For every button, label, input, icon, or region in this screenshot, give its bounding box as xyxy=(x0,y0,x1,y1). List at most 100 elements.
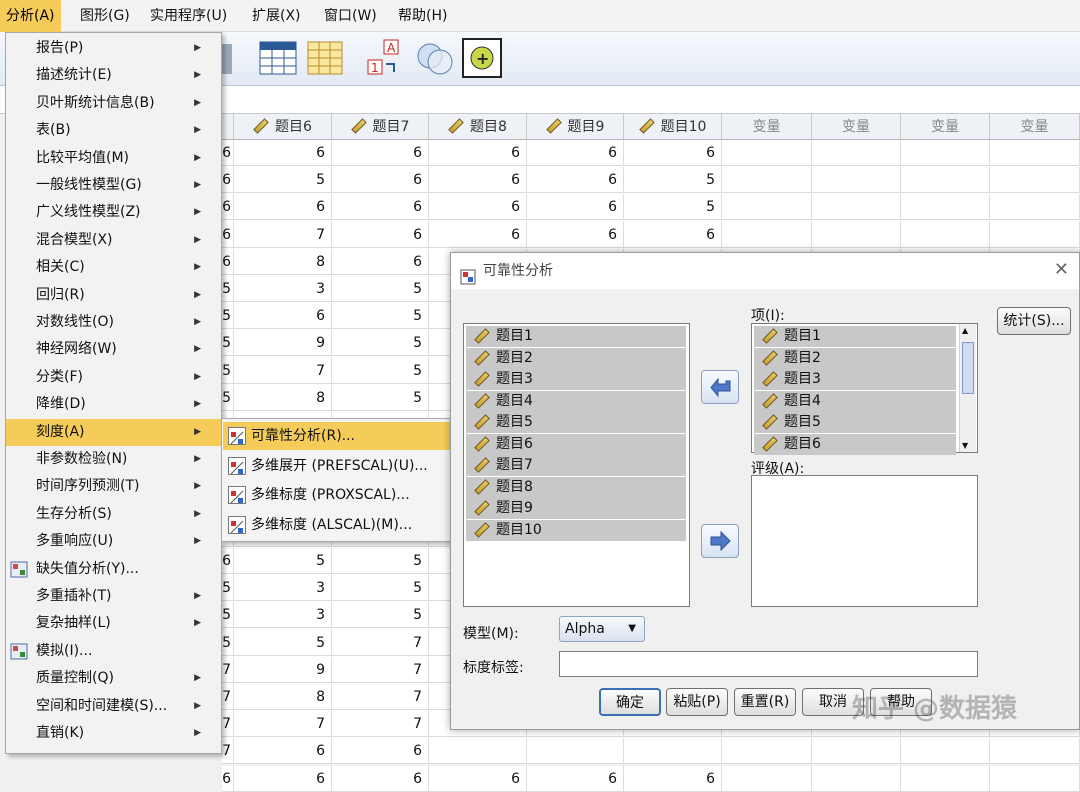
table-cell[interactable]: 5 xyxy=(222,303,234,330)
table-cell[interactable]: 9 xyxy=(234,330,332,357)
table-cell[interactable] xyxy=(527,738,624,765)
list-item[interactable]: 题目3 xyxy=(754,369,956,390)
move-to-ratings-button[interactable] xyxy=(701,524,739,558)
table-cell[interactable]: 6 xyxy=(624,140,722,166)
table-cell[interactable]: 5 xyxy=(222,384,234,411)
menu-item[interactable]: 分类(F) ▶ xyxy=(6,364,221,391)
table-cell[interactable] xyxy=(812,194,901,221)
table-cell[interactable]: 5 xyxy=(332,384,429,411)
table-cell[interactable]: 6 xyxy=(429,194,527,221)
table-cell[interactable]: 5 xyxy=(222,629,234,656)
table-cell[interactable]: 6 xyxy=(429,140,527,166)
table-cell[interactable]: 5 xyxy=(624,194,722,221)
menu-item[interactable]: 模拟(I)... xyxy=(6,638,221,665)
table-cell[interactable]: 3 xyxy=(234,276,332,302)
move-to-items-button[interactable] xyxy=(701,370,739,404)
column-header[interactable]: 题目7 xyxy=(332,114,429,140)
column-header-partial[interactable] xyxy=(222,114,234,140)
menu-help[interactable]: 帮助(H) xyxy=(392,0,453,32)
column-header[interactable]: 题目9 xyxy=(527,114,624,140)
list-item[interactable]: 题目10 xyxy=(466,519,686,541)
table-cell[interactable]: 6 xyxy=(222,167,234,194)
table-cell[interactable] xyxy=(990,738,1080,765)
table-cell[interactable] xyxy=(812,765,901,792)
table-cell[interactable]: 5 xyxy=(332,357,429,384)
table-cell[interactable]: 6 xyxy=(624,221,722,248)
table-cell[interactable] xyxy=(990,194,1080,221)
table-cell[interactable]: 8 xyxy=(234,248,332,275)
table-cell[interactable] xyxy=(812,167,901,194)
table-cell[interactable] xyxy=(812,738,901,765)
table-cell[interactable] xyxy=(901,221,990,248)
menu-item[interactable]: 对数线性(O) ▶ xyxy=(6,309,221,336)
menu-item[interactable]: 多重响应(U) ▶ xyxy=(6,528,221,555)
menu-utilities[interactable]: 实用程序(U) xyxy=(144,0,233,32)
table-cell[interactable]: 7 xyxy=(234,357,332,384)
table-cell[interactable]: 6 xyxy=(332,221,429,248)
column-header-empty[interactable]: 变量 xyxy=(990,114,1080,140)
table-cell[interactable]: 6 xyxy=(624,765,722,792)
menu-analyze[interactable]: 分析(A) xyxy=(0,0,61,32)
table-cell[interactable]: 6 xyxy=(332,194,429,221)
table-cell[interactable]: 8 xyxy=(234,684,332,710)
table-cell[interactable]: 7 xyxy=(332,656,429,683)
table-cell[interactable]: 6 xyxy=(234,738,332,765)
table-cell[interactable]: 6 xyxy=(429,167,527,194)
table-cell[interactable] xyxy=(812,140,901,166)
list-item[interactable]: 题目6 xyxy=(466,433,686,455)
table-cell[interactable]: 6 xyxy=(234,140,332,166)
table-cell[interactable] xyxy=(722,140,812,166)
table-cell[interactable]: 5 xyxy=(222,357,234,384)
menu-item[interactable]: 时间序列预测(T) ▶ xyxy=(6,473,221,500)
table-cell[interactable]: 6 xyxy=(222,248,234,275)
table-cell[interactable]: 7 xyxy=(332,684,429,710)
column-header-empty[interactable]: 变量 xyxy=(722,114,812,140)
table-cell[interactable]: 3 xyxy=(234,575,332,602)
table-cell[interactable]: 6 xyxy=(234,765,332,792)
table-cell[interactable]: 5 xyxy=(332,602,429,629)
table-cell[interactable]: 6 xyxy=(332,140,429,166)
table-icon[interactable] xyxy=(306,38,346,78)
table-cell[interactable]: 7 xyxy=(222,656,234,683)
scroll-down-icon[interactable]: ▼ xyxy=(962,441,968,450)
table-cell[interactable]: 7 xyxy=(234,711,332,738)
menu-item[interactable]: 复杂抽样(L) ▶ xyxy=(6,610,221,637)
statistics-button[interactable]: 统计(S)... xyxy=(997,307,1071,335)
table-cell[interactable]: 5 xyxy=(222,602,234,629)
bar-chart-icon[interactable] xyxy=(258,38,298,78)
ratings-list[interactable] xyxy=(751,475,978,607)
submenu-item[interactable]: 多维展开 (PREFSCAL)(U)... xyxy=(223,452,460,480)
menu-item[interactable]: 贝叶斯统计信息(B) ▶ xyxy=(6,90,221,117)
close-icon[interactable]: ✕ xyxy=(1054,261,1069,279)
source-variable-list[interactable]: 题目1 题目2 题目3 题目4 题目5 题目6 题目7 题目8 题目9 题目10 xyxy=(463,323,690,607)
table-cell[interactable]: 6 xyxy=(527,765,624,792)
reset-button[interactable]: 重置(R) xyxy=(734,688,796,716)
table-cell[interactable]: 8 xyxy=(234,384,332,411)
table-cell[interactable]: 5 xyxy=(222,276,234,302)
table-cell[interactable]: 6 xyxy=(222,194,234,221)
menu-extensions[interactable]: 扩展(X) xyxy=(246,0,307,32)
scroll-thumb[interactable] xyxy=(962,342,974,394)
menu-item[interactable]: 质量控制(Q) ▶ xyxy=(6,665,221,692)
menu-item[interactable]: 一般线性模型(G) ▶ xyxy=(6,172,221,199)
table-cell[interactable]: 6 xyxy=(527,167,624,194)
menu-item[interactable]: 神经网络(W) ▶ xyxy=(6,336,221,363)
column-header[interactable]: 题目10 xyxy=(624,114,722,140)
column-header-empty[interactable]: 变量 xyxy=(812,114,901,140)
table-cell[interactable] xyxy=(722,765,812,792)
submenu-item[interactable]: 多维标度 (PROXSCAL)... xyxy=(223,481,460,509)
table-cell[interactable]: 3 xyxy=(234,602,332,629)
table-cell[interactable]: 5 xyxy=(332,548,429,574)
menu-item[interactable]: 非参数检验(N) ▶ xyxy=(6,446,221,473)
table-cell[interactable] xyxy=(901,738,990,765)
table-cell[interactable] xyxy=(901,765,990,792)
table-cell[interactable]: 5 xyxy=(234,548,332,574)
table-cell[interactable] xyxy=(429,738,527,765)
items-list[interactable]: 题目1 题目2 题目3 题目4 题目5 题目6 ▲ ▼ xyxy=(751,323,978,455)
menu-item[interactable]: 混合模型(X) ▶ xyxy=(6,227,221,254)
table-cell[interactable]: 6 xyxy=(429,765,527,792)
table-cell[interactable] xyxy=(990,140,1080,166)
table-cell[interactable]: 5 xyxy=(234,629,332,656)
table-cell[interactable] xyxy=(990,167,1080,194)
list-item[interactable]: 题目5 xyxy=(466,412,686,433)
